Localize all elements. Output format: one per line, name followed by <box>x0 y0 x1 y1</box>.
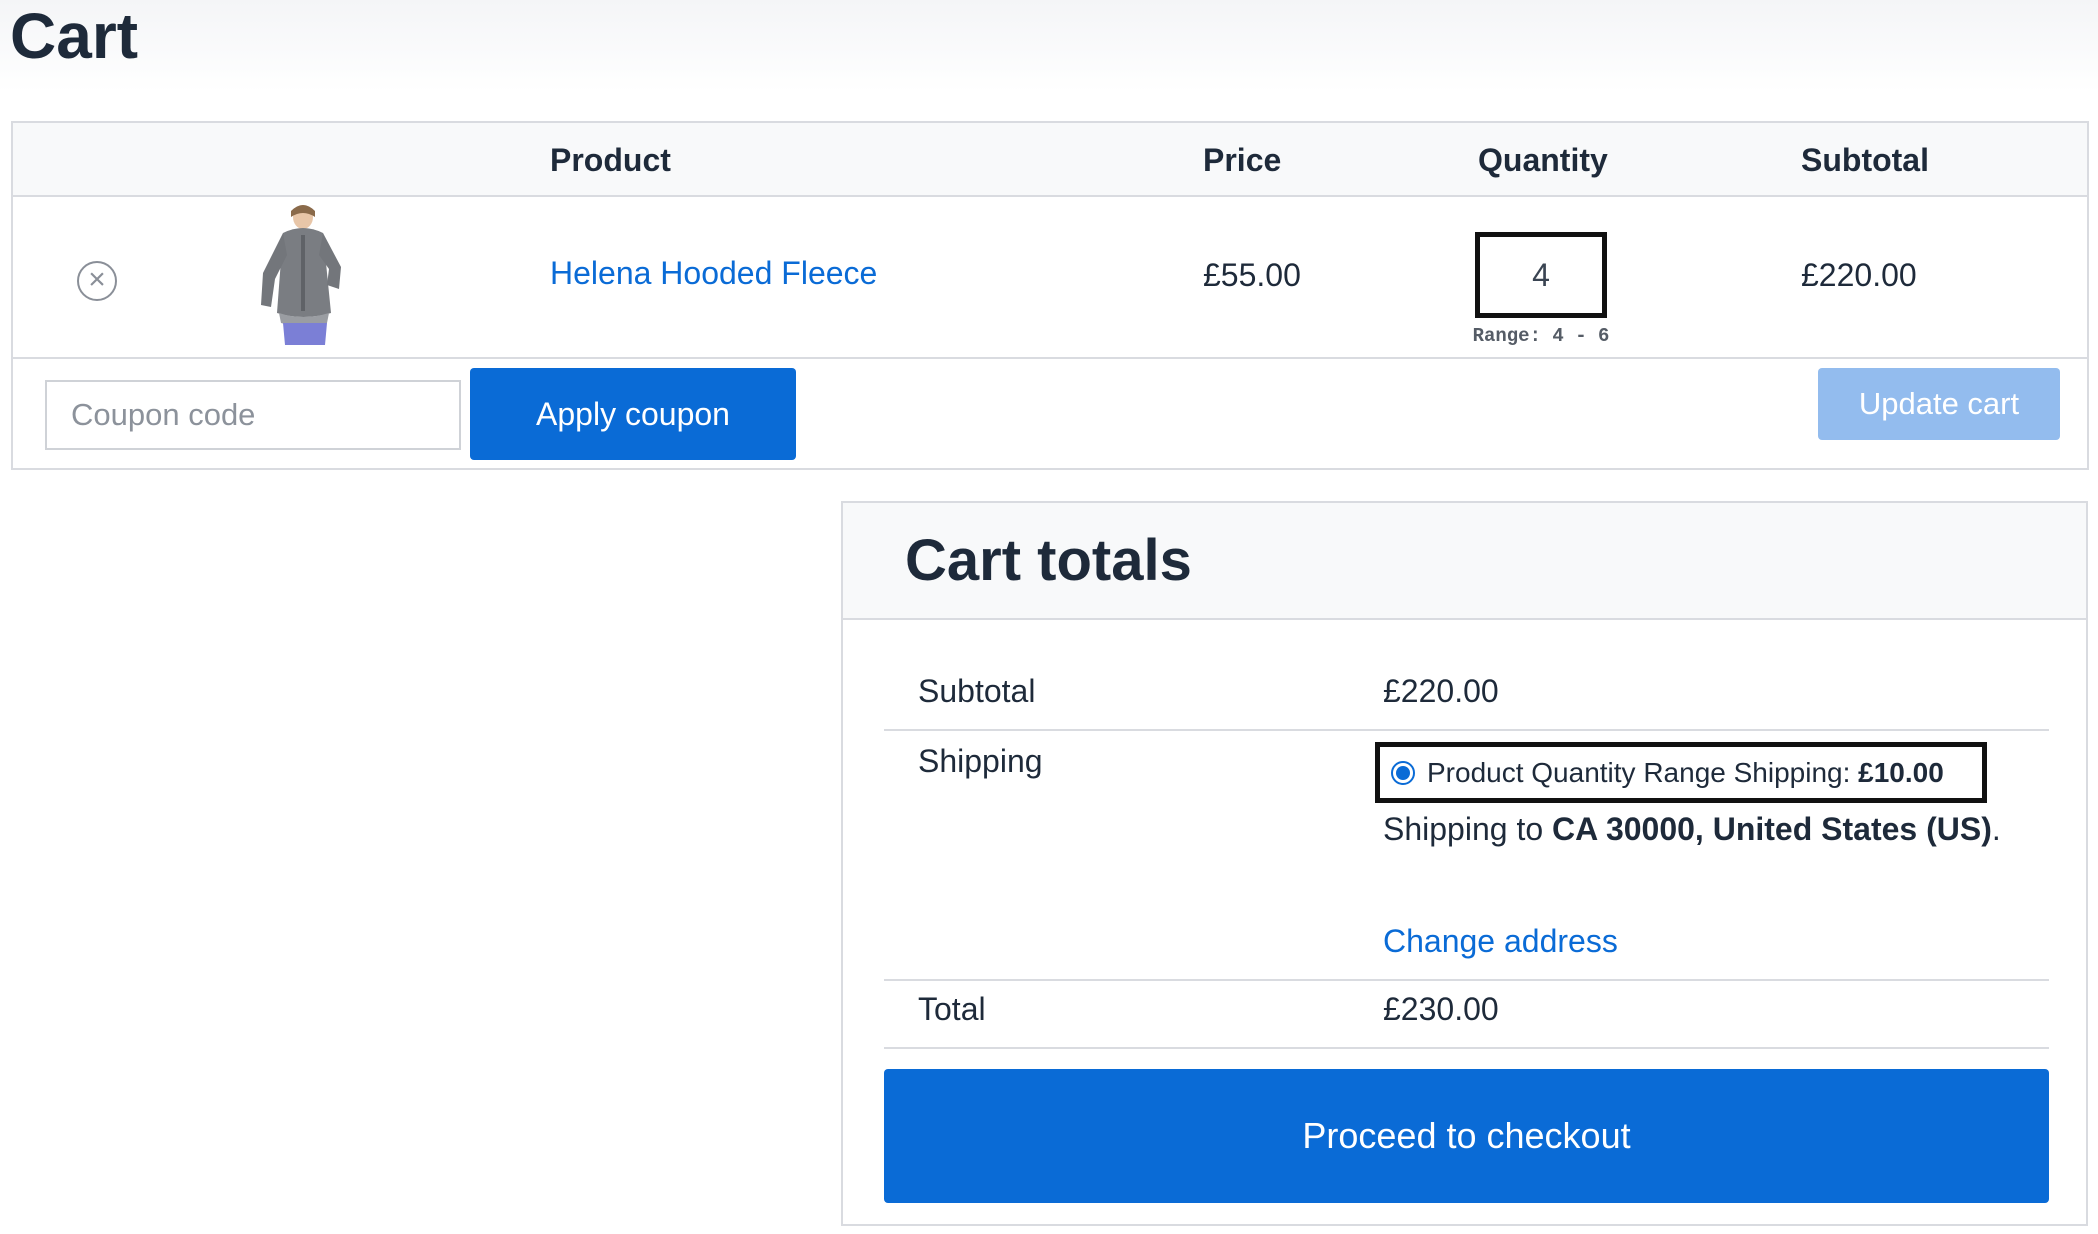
shipping-to-prefix: Shipping to <box>1383 811 1553 847</box>
divider <box>884 979 2049 981</box>
coupon-input[interactable] <box>45 380 461 450</box>
product-thumbnail[interactable] <box>243 203 369 345</box>
subtotal-label: Subtotal <box>918 673 1036 709</box>
update-cart-button[interactable]: Update cart <box>1818 368 2060 440</box>
change-address-link[interactable]: Change address <box>1383 923 1618 960</box>
shipping-cost: £10.00 <box>1858 757 1944 788</box>
shipping-option[interactable]: Product Quantity Range Shipping: £10.00 <box>1375 742 1987 803</box>
table-row: × Helena Hooded Fleece £55.00 Range: 4 -… <box>13 197 2087 359</box>
total-value: £230.00 <box>1383 991 1499 1027</box>
apply-coupon-button[interactable]: Apply coupon <box>470 368 796 460</box>
shipping-address: CA 30000, United States (US) <box>1552 811 1992 847</box>
subtotal-value: £220.00 <box>1383 673 1499 709</box>
quantity-range-note: Range: 4 - 6 <box>1472 325 1610 347</box>
cart-page: Cart Product Price Quantity Subtotal × H… <box>0 0 2098 1234</box>
proceed-to-checkout-button[interactable]: Proceed to checkout <box>884 1069 2049 1203</box>
header-subtotal: Subtotal <box>1801 142 1929 178</box>
shipping-radio[interactable] <box>1391 761 1415 785</box>
quantity-box <box>1475 232 1607 318</box>
price-cell: £55.00 <box>1203 257 1301 293</box>
subtotal-cell: £220.00 <box>1801 257 1917 293</box>
remove-item-button[interactable]: × <box>77 261 117 301</box>
header-price: Price <box>1203 142 1282 178</box>
divider <box>884 1047 2049 1049</box>
header-quantity: Quantity <box>1478 142 1608 178</box>
shipping-destination: Shipping to CA 30000, United States (US)… <box>1383 805 2023 853</box>
total-label: Total <box>918 991 986 1027</box>
cart-totals-title: Cart totals <box>905 528 1192 593</box>
header-band <box>0 0 2098 92</box>
shipping-to-suffix: . <box>1991 811 2001 847</box>
table-header: Product Price Quantity Subtotal <box>13 123 2087 197</box>
shipping-method-name: Product Quantity Range Shipping: <box>1427 757 1859 788</box>
cart-totals: Cart totals Subtotal £220.00 Shipping Pr… <box>841 501 2088 1226</box>
product-link[interactable]: Helena Hooded Fleece <box>550 255 877 292</box>
cart-totals-header: Cart totals <box>843 503 2086 620</box>
close-circle-icon: × <box>88 263 106 296</box>
page-title: Cart <box>10 0 139 72</box>
header-product: Product <box>550 142 671 178</box>
cart-table: Product Price Quantity Subtotal × Helena… <box>11 121 2089 470</box>
shipping-option-label: Product Quantity Range Shipping: £10.00 <box>1427 757 1944 789</box>
divider <box>884 729 2049 731</box>
shipping-label: Shipping <box>918 743 1043 779</box>
quantity-input[interactable] <box>1480 237 1602 313</box>
